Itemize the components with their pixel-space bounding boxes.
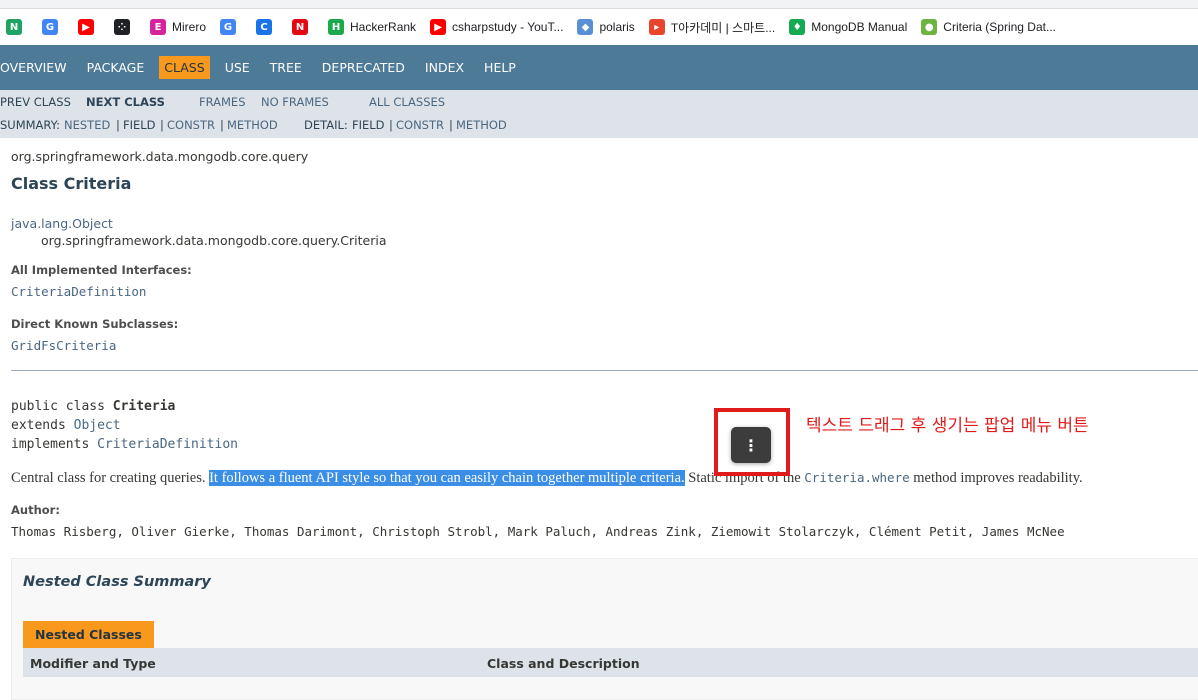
detail-label: DETAIL: [304,118,348,132]
bookmark-label: HackerRank [350,20,417,34]
desc-text-end: method improves readability. [909,470,1083,486]
nested-summary-title: Nested Class Summary [23,574,211,590]
frames-link[interactable]: FRAMES [199,95,246,109]
divider [11,370,1198,371]
nav-tree[interactable]: TREE [265,56,307,79]
bookmark-item[interactable]: C [256,19,278,35]
class-description: Central class for creating queries. It f… [11,470,1083,487]
top-navbar: OVERVIEW PACKAGE CLASS USE TREE DEPRECATED IND… [0,45,1198,90]
inherit-class: org.springframework.data.mongodb.core.qu… [41,233,387,248]
author-label: Author: [11,503,60,517]
bookmark-label: T아카데미 | 스마트... [670,20,776,35]
bookmark-item[interactable]: N [6,19,28,35]
decl-implements-keyword: implements [11,437,98,452]
nav-help[interactable]: HELP [479,56,521,79]
summary-constr-link[interactable]: CONSTR [167,118,215,132]
green-n-icon: N [6,19,22,35]
summary-method-link[interactable]: METHOD [227,118,278,132]
class-declaration-line3: implements CriteriaDefinition [11,437,238,452]
nav-package[interactable]: PACKAGE [82,56,150,79]
bookmark-label: Mirero [172,20,207,34]
bookmark-label: Criteria (Spring Dat... [943,20,1056,34]
decl-class-name: Criteria [112,399,176,414]
nav-deprecated[interactable]: DEPRECATED [317,56,410,79]
dots-icon: ⁘ [114,19,130,35]
mirero-icon: E [150,19,166,35]
desc-text-before: Central class for creating queries. [11,470,210,486]
inherit-root-link[interactable]: java.lang.Object [11,216,113,231]
bookmark-label: MongoDB Manual [811,20,908,34]
decl-modifiers: public class [11,399,113,414]
netflix-icon: N [292,19,309,35]
separator: | [160,118,164,132]
class-declaration-line1: public class Criteria [11,399,175,414]
nested-class-summary: Nested Class Summary Nested Classes Modi… [11,558,1198,700]
separator: | [116,118,120,132]
spring-icon: ● [921,19,938,35]
criteria-where-link[interactable]: Criteria.where [804,470,909,485]
browser-tab-strip [0,0,1198,9]
summary-field-text: FIELD [123,118,156,132]
separator: | [449,118,453,132]
next-class-link[interactable]: NEXT CLASS [86,95,165,109]
bookmark-item[interactable]: ▸ T아카데미 | 스마트... [648,19,776,36]
bookmark-item[interactable]: N [292,19,314,35]
interface-link[interactable]: CriteriaDefinition [11,284,146,299]
decl-extends-keyword: extends [11,418,74,433]
detail-constr-link[interactable]: CONSTR [396,118,444,132]
author-list: Thomas Risberg, Oliver Gierke, Thomas Da… [11,524,1065,539]
decl-implements-link[interactable]: CriteriaDefinition [97,437,238,452]
separator: | [220,118,224,132]
hackerrank-icon: H [328,19,345,35]
package-name: org.springframework.data.mongodb.core.qu… [11,149,309,164]
sub-navbar: PREV CLASS NEXT CLASS FRAMES NO FRAMES A… [0,90,1198,138]
selected-text[interactable]: It follows a fluent API style so that yo… [209,470,685,486]
bookmark-item[interactable]: ♦ MongoDB Manual [789,19,907,35]
page-title: Class Criteria [11,174,132,193]
bookmark-item[interactable]: ● Criteria (Spring Dat... [921,19,1056,35]
bookmark-item[interactable]: ▶ csharpstudy - YouT... [430,19,563,35]
polaris-icon: ◆ [577,19,594,35]
separator: | [389,118,393,132]
decl-extends-link[interactable]: Object [74,418,121,433]
google-icon: G [42,19,58,35]
bookmark-label: polaris [599,20,635,34]
summary-table-header: Modifier and Type Class and Description [23,648,1198,677]
annotation-text: 텍스트 드래그 후 생기는 팝업 메뉴 버튼 [806,416,1089,436]
youtube-icon: ▶ [78,19,94,35]
tacademy-icon: ▸ [648,19,665,35]
bookmark-item[interactable]: G [42,19,64,35]
bookmark-item[interactable]: ◆ polaris [577,19,635,35]
summary-nested-link[interactable]: NESTED [64,118,110,132]
all-classes-link[interactable]: ALL CLASSES [369,95,445,109]
nav-overview[interactable]: OVERVIEW [0,56,72,79]
no-frames-link[interactable]: NO FRAMES [261,95,329,109]
nested-classes-tab: Nested Classes [23,621,154,648]
bookmark-item[interactable]: G [220,19,242,35]
prev-class-link: PREV CLASS [0,95,71,109]
bookmarks-bar: N G ▶ ⁘ E Mirero G C N H HackerRank ▶ csharpstudy - … [0,9,1198,46]
chrome-icon: C [256,19,273,35]
highlight-box [714,408,790,476]
bookmark-item[interactable]: ⁘ [114,19,136,35]
subclasses-label: Direct Known Subclasses: [11,317,179,331]
col-class-description: Class and Description [487,656,640,671]
nav-index[interactable]: INDEX [420,56,469,79]
bookmark-item[interactable]: E Mirero [150,19,206,35]
bookmark-item[interactable]: ▶ [78,19,100,35]
nav-class: CLASS [159,56,210,79]
bookmark-label: csharpstudy - YouT... [452,20,564,34]
translate-icon: G [220,19,237,35]
detail-field-text: FIELD [352,118,385,132]
nav-use[interactable]: USE [220,56,255,79]
interfaces-label: All Implemented Interfaces: [11,263,192,277]
subclass-link[interactable]: GridFsCriteria [11,338,116,353]
class-declaration-line2: extends Object [11,418,121,433]
youtube-icon: ▶ [430,19,447,35]
bookmark-item[interactable]: H HackerRank [328,19,416,35]
summary-label: SUMMARY: [0,118,61,132]
col-modifier-type: Modifier and Type [30,656,156,671]
mongodb-icon: ♦ [789,19,806,35]
detail-method-link[interactable]: METHOD [456,118,507,132]
